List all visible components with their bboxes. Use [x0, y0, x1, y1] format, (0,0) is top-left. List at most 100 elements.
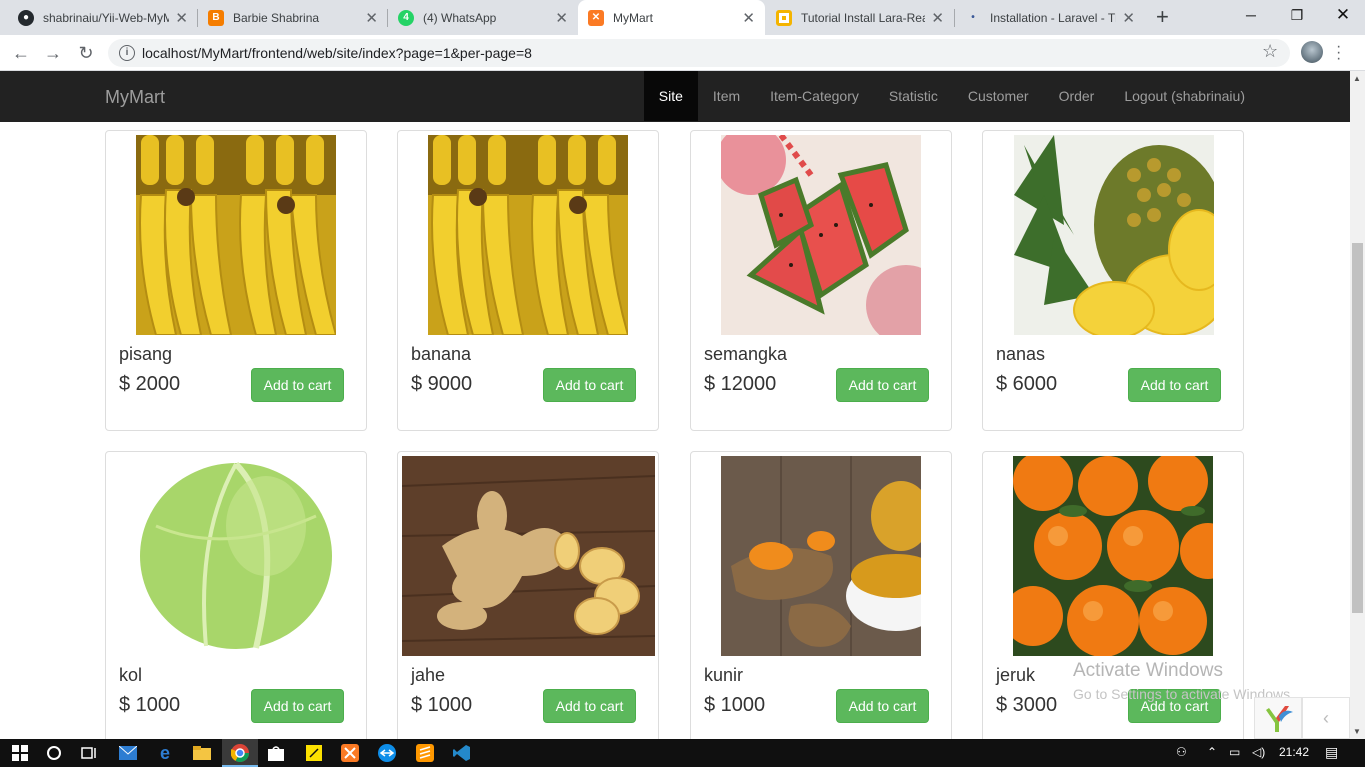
back-icon[interactable]: ← — [9, 41, 33, 65]
scroll-up-icon[interactable]: ▲ — [1353, 74, 1361, 83]
product-image-banana — [428, 135, 628, 335]
windows-start-icon[interactable] — [10, 743, 30, 763]
scroll-down-icon[interactable]: ▼ — [1353, 727, 1361, 736]
close-icon[interactable]: ✕ — [931, 9, 944, 27]
close-icon[interactable]: ✕ — [365, 9, 378, 27]
add-to-cart-button[interactable]: Add to cart — [251, 689, 344, 723]
more-menu-icon[interactable]: · · · — [1336, 39, 1341, 67]
close-icon[interactable]: ✕ — [742, 9, 755, 27]
product-card: jahe $ 1000 Add to cart — [397, 451, 659, 739]
tab-title: shabrinaiu/Yii-Web-MyMart — [43, 10, 170, 25]
xampp-icon[interactable] — [340, 743, 360, 763]
nav-item-category[interactable]: Item-Category — [755, 71, 874, 121]
product-image-turmeric — [721, 456, 921, 656]
add-to-cart-button[interactable]: Add to cart — [1128, 368, 1221, 402]
close-icon[interactable]: ✕ — [1122, 9, 1135, 27]
product-card: semangka $ 12000 Add to cart — [690, 130, 952, 431]
nav-order[interactable]: Order — [1044, 71, 1110, 121]
volume-icon[interactable]: ◁) — [1252, 745, 1265, 759]
action-center-icon[interactable]: ▤ — [1325, 744, 1338, 761]
slides-icon — [776, 9, 792, 26]
tab-title: MyMart — [613, 10, 653, 25]
product-image-banana — [136, 135, 336, 335]
new-tab-icon[interactable]: + — [1156, 4, 1169, 30]
close-icon[interactable]: ✕ — [175, 9, 188, 27]
add-to-cart-button[interactable]: Add to cart — [836, 689, 929, 723]
product-image-watermelon — [721, 135, 921, 335]
nav-logout[interactable]: Logout (shabrinaiu) — [1109, 71, 1260, 121]
product-price: $ 6000 — [996, 373, 1058, 395]
browser-tab-strip: ● shabrinaiu/Yii-Web-MyMart ✕ B Barbie S… — [0, 0, 1365, 35]
brand-logo[interactable]: MyMart — [105, 87, 165, 108]
yii-debug-toolbar-button[interactable] — [1254, 697, 1302, 739]
product-name: pisang — [119, 344, 173, 364]
sticky-notes-icon[interactable] — [304, 743, 324, 763]
product-name: jahe — [411, 665, 446, 685]
laravel-icon: • — [971, 12, 975, 23]
scrollbar-thumb[interactable] — [1352, 243, 1363, 613]
edge-icon[interactable]: e — [155, 743, 175, 763]
people-icon[interactable]: ⚇ — [1176, 745, 1187, 759]
product-name: kunir — [704, 665, 744, 685]
tab-mymart[interactable]: ✕ MyMart ✕ — [578, 0, 765, 35]
task-view-icon[interactable] — [79, 743, 99, 763]
tab-laravel[interactable]: • Installation - Laravel - The PHP ✕ — [955, 0, 1145, 35]
nav-statistic[interactable]: Statistic — [874, 71, 953, 121]
add-to-cart-button[interactable]: Add to cart — [543, 368, 636, 402]
close-icon[interactable]: ✕ — [555, 9, 568, 27]
product-name: banana — [411, 344, 472, 364]
site-navbar: MyMart Site Item Item-Category Statistic… — [0, 71, 1350, 122]
tab-title: Installation - Laravel - The PHP — [990, 10, 1116, 25]
product-card: nanas $ 6000 Add to cart — [982, 130, 1244, 431]
blogger-icon: B — [208, 9, 224, 26]
tab-github[interactable]: ● shabrinaiu/Yii-Web-MyMart ✕ — [8, 0, 198, 35]
product-card: kol $ 1000 Add to cart — [105, 451, 367, 739]
github-icon: ● — [18, 9, 34, 26]
clock-time[interactable]: 21:42 — [1279, 745, 1309, 759]
forward-icon[interactable]: → — [41, 41, 65, 65]
product-card: pisang $ 2000 Add to cart — [105, 130, 367, 431]
tab-whatsapp[interactable]: 4 (4) WhatsApp ✕ — [388, 0, 578, 35]
teamviewer-icon[interactable] — [377, 743, 397, 763]
product-card: kunir $ 1000 Add to cart — [690, 451, 952, 739]
product-image-pineapple — [1014, 135, 1214, 335]
windows-taskbar: e ⚇ ⌃ ▭ ◁) 21:42 ▤ — [0, 739, 1365, 767]
reload-icon[interactable]: ↻ — [74, 41, 98, 65]
xampp-icon: ✕ — [588, 9, 604, 26]
nav-customer[interactable]: Customer — [953, 71, 1044, 121]
tab-blogger[interactable]: B Barbie Shabrina ✕ — [198, 0, 388, 35]
product-card: banana $ 9000 Add to cart — [397, 130, 659, 431]
search-icon[interactable] — [44, 743, 64, 763]
tab-title: Barbie Shabrina — [233, 10, 320, 25]
restore-icon[interactable]: ❐ — [1274, 0, 1320, 30]
vscode-icon[interactable] — [452, 743, 472, 763]
tab-tutorial[interactable]: Tutorial Install Lara-React ✕ — [766, 0, 954, 35]
add-to-cart-button[interactable]: Add to cart — [251, 368, 344, 402]
file-explorer-icon[interactable] — [192, 743, 212, 763]
address-bar[interactable]: i localhost/MyMart/frontend/web/site/ind… — [108, 39, 1290, 67]
product-price: $ 1000 — [119, 694, 181, 716]
window-close-icon[interactable]: ✕ — [1320, 0, 1365, 30]
product-image-orange — [1013, 456, 1213, 656]
sublime-icon[interactable] — [415, 743, 435, 763]
product-price: $ 3000 — [996, 694, 1058, 716]
profile-avatar[interactable] — [1301, 41, 1323, 63]
product-price: $ 1000 — [704, 694, 766, 716]
url-text[interactable]: localhost/MyMart/frontend/web/site/index… — [142, 45, 532, 61]
store-icon[interactable] — [266, 743, 286, 763]
add-to-cart-button[interactable]: Add to cart — [836, 368, 929, 402]
activate-windows-title: Activate Windows — [1073, 660, 1223, 681]
nav-site[interactable]: Site — [643, 71, 698, 121]
tray-chevron-up-icon[interactable]: ⌃ — [1207, 745, 1217, 759]
info-icon[interactable]: i — [119, 45, 135, 61]
add-to-cart-button[interactable]: Add to cart — [543, 689, 636, 723]
bookmark-star-icon[interactable]: ☆ — [1262, 41, 1278, 62]
network-icon[interactable]: ▭ — [1229, 745, 1240, 759]
minimize-icon[interactable]: ─ — [1228, 0, 1274, 30]
chevron-left-icon[interactable]: ‹ — [1302, 697, 1350, 739]
nav-item[interactable]: Item — [698, 71, 755, 121]
product-price: $ 2000 — [119, 373, 181, 395]
chrome-icon[interactable] — [230, 743, 250, 763]
product-image-ginger — [402, 456, 655, 656]
mail-icon[interactable] — [118, 743, 138, 763]
